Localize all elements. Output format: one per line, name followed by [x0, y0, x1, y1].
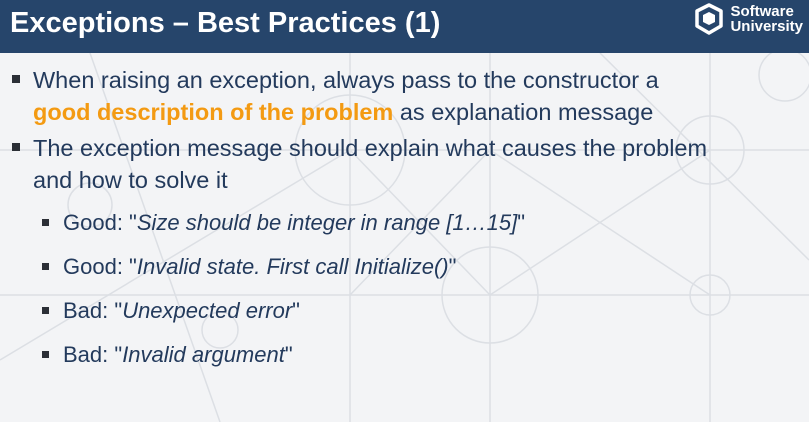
example-good-size: Good: "Size should be integer in range […: [0, 206, 809, 240]
sub-bullet-marker: [42, 219, 49, 226]
sub-bullet-marker: [42, 263, 49, 270]
page-title: Exceptions – Best Practices (1): [10, 7, 441, 39]
title-bar: Exceptions – Best Practices (1) Software…: [0, 0, 809, 53]
example-quote: ": [517, 210, 526, 235]
example-bad-argument: Bad: "Invalid argument": [0, 338, 809, 372]
example-good-state: Good: "Invalid state. First call Initial…: [0, 250, 809, 284]
example-text: Invalid argument: [122, 342, 285, 367]
example-label: Bad: ": [63, 342, 123, 367]
bullet-text: When raising an exception, always pass t…: [33, 67, 659, 93]
example-bad-unexpected: Bad: "Unexpected error": [0, 294, 809, 328]
sub-bullet-marker: [42, 351, 49, 358]
example-text: Invalid state. First call Initialize(): [136, 254, 449, 279]
example-label: Bad: ": [63, 298, 123, 323]
example-text: Unexpected error: [122, 298, 293, 323]
bullet-marker: [12, 75, 20, 83]
bullet-text: and how to solve it: [33, 167, 228, 193]
bullet-text: as explanation message: [393, 99, 654, 125]
softuni-logo-icon: [695, 3, 724, 35]
logo-text-software: Software: [730, 3, 794, 20]
example-label: Good: ": [63, 254, 137, 279]
slide-content: When raising an exception, always pass t…: [0, 64, 809, 372]
bullet-explain-message: The exception message should explain wha…: [0, 132, 809, 196]
highlight-text: good description of the problem: [33, 99, 394, 125]
bullet-text: The exception message should explain wha…: [33, 135, 708, 161]
example-quote: ": [292, 298, 300, 323]
example-label: Good: ": [63, 210, 137, 235]
logo-text-university: University: [730, 18, 803, 35]
example-quote: ": [448, 254, 457, 279]
sub-bullet-marker: [42, 307, 49, 314]
softuni-logo: Software University: [692, 1, 803, 37]
example-quote: ": [284, 342, 293, 367]
bullet-pass-description: When raising an exception, always pass t…: [0, 64, 809, 128]
example-text: Size should be integer in range [1…15]: [136, 210, 518, 235]
bullet-marker: [12, 143, 20, 151]
